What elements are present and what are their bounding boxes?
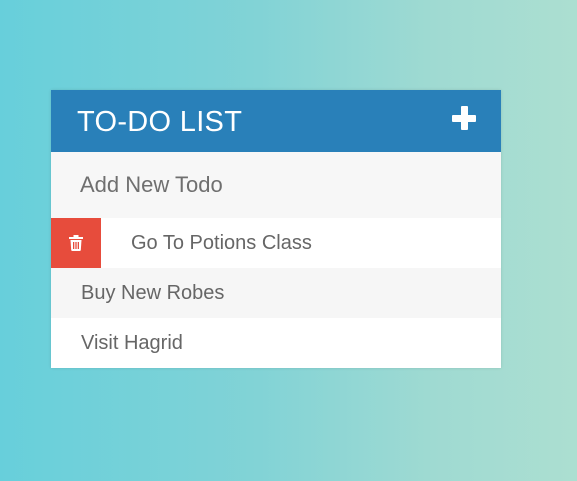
todo-text: Go To Potions Class	[131, 231, 312, 254]
todo-text: Buy New Robes	[81, 281, 225, 304]
page-title: TO-DO LIST	[77, 105, 243, 138]
todo-text: Visit Hagrid	[81, 331, 183, 354]
plus-icon[interactable]	[452, 106, 476, 130]
todo-list: Go To Potions Class Buy New Robes Visit …	[51, 218, 501, 368]
todo-card: TO-DO LIST Go To Potions Class	[51, 90, 501, 368]
todo-item[interactable]: Visit Hagrid	[51, 318, 501, 368]
new-todo-input[interactable]	[51, 152, 501, 218]
todo-item[interactable]: Buy New Robes	[51, 268, 501, 318]
trash-icon	[69, 235, 83, 251]
todo-header: TO-DO LIST	[51, 90, 501, 152]
new-todo-field	[51, 152, 501, 218]
delete-button[interactable]	[51, 218, 101, 268]
todo-item[interactable]: Go To Potions Class	[51, 218, 501, 268]
